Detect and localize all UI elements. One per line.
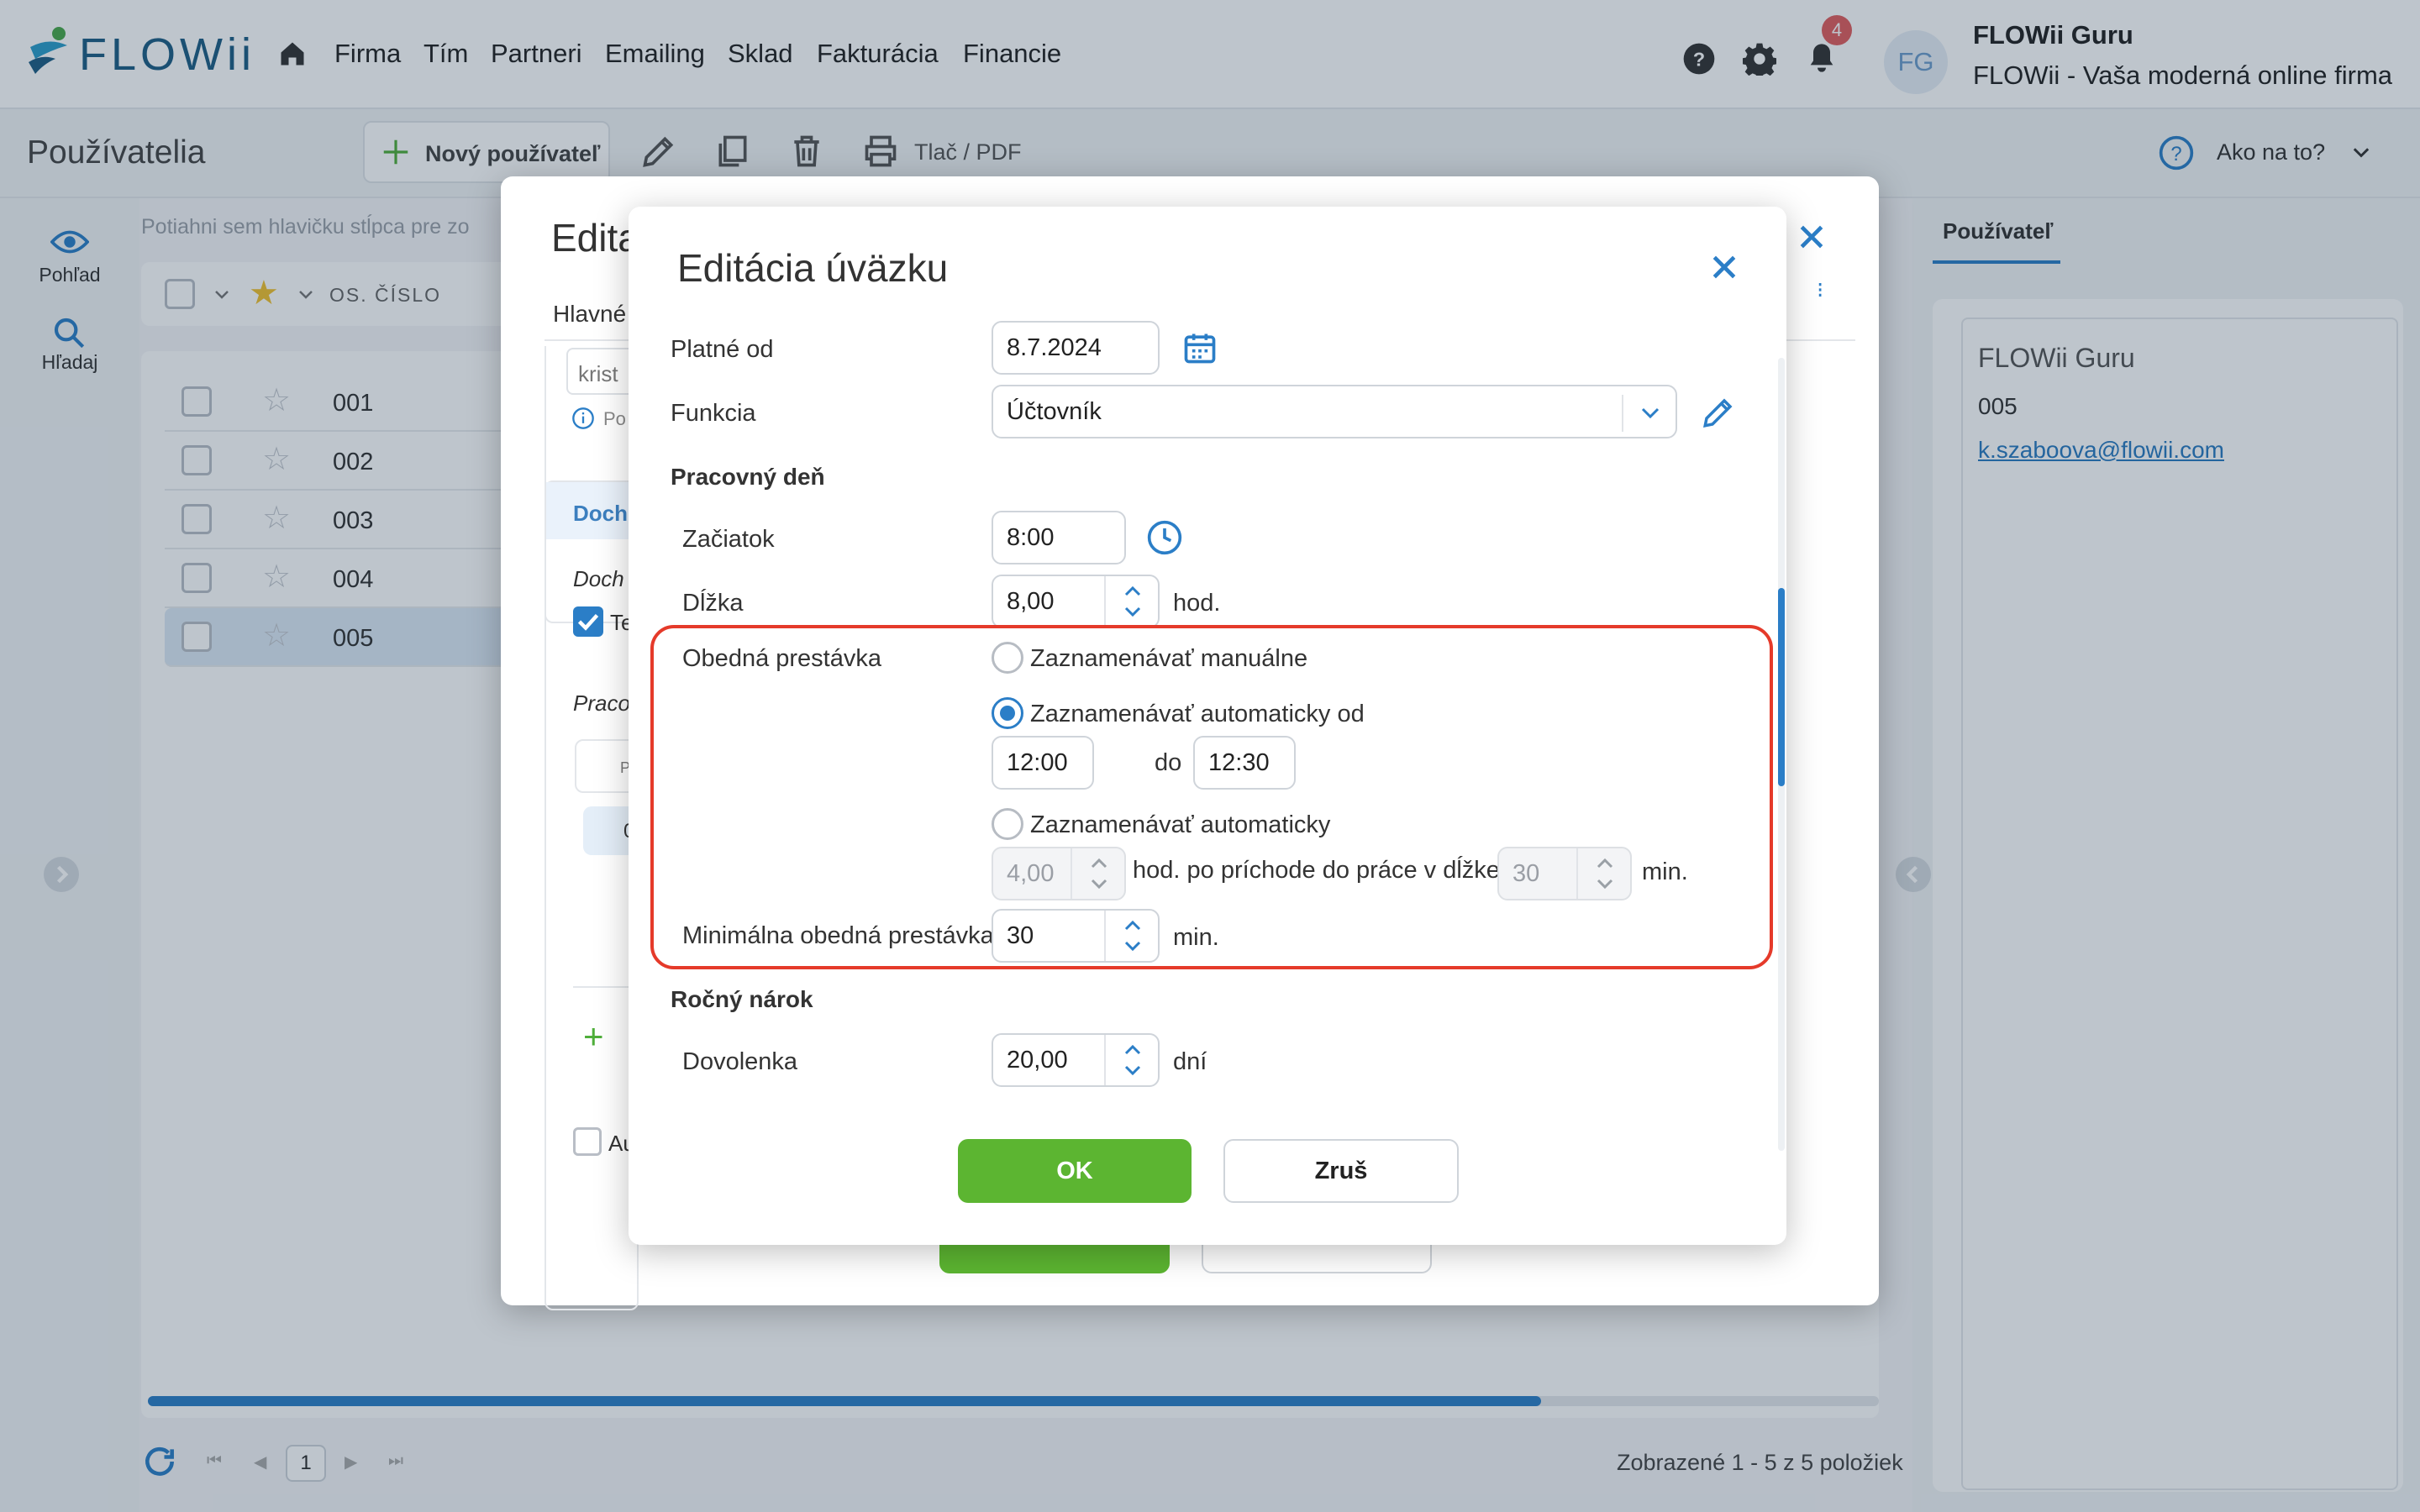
radio-auto-from[interactable] [992,697,1023,729]
outer-work-label: Praco [573,690,630,716]
function-select[interactable]: Účtovník [992,385,1677,438]
workday-section-title: Pracovný deň [671,464,825,490]
outer-dialog-title: Edita [551,216,639,260]
function-label: Funkcia [671,400,756,427]
outer-bottom-checkbox[interactable] [573,1127,602,1156]
length-label: Dĺžka [682,590,744,617]
auto-minutes-value: 30 [1512,859,1540,887]
outer-ok-button[interactable] [939,1243,1170,1273]
valid-from-label: Platné od [671,336,774,363]
outer-checkbox-checked[interactable] [573,606,603,637]
auto-hours-value: 4,00 [1007,859,1055,887]
start-input[interactable]: 8:00 [992,511,1126,564]
radio-auto[interactable] [992,808,1023,840]
stepper-arrows-icon[interactable] [1104,911,1158,961]
vacation-stepper[interactable]: 20,00 [992,1033,1160,1087]
stepper-arrows-icon [1071,848,1124,899]
radio-auto-label[interactable]: Zaznamenávať automaticky [1030,811,1330,839]
dialog-title: Editácia úväzku [677,246,949,290]
min-lunch-stepper[interactable]: 30 [992,909,1160,963]
dialog-scrollbar[interactable] [1778,358,1785,1151]
outer-col-icon: ⁝ [1817,277,1824,302]
edit-workload-dialog: Editácia úväzku Platné od 8.7.2024 Funkc… [629,207,1786,1245]
length-value: 8,00 [1007,587,1055,615]
outer-cancel-button[interactable] [1202,1243,1432,1273]
annual-section-title: Ročný nárok [671,986,813,1012]
vacation-unit: dní [1173,1048,1207,1075]
info-icon [571,407,595,430]
auto-minutes-unit: min. [1642,858,1688,885]
calendar-icon[interactable] [1181,329,1218,366]
stepper-arrows-icon [1576,848,1630,899]
dialog-scrollbar-thumb[interactable] [1778,588,1785,786]
length-stepper[interactable]: 8,00 [992,575,1160,628]
clock-icon[interactable] [1146,519,1183,556]
stepper-arrows-icon[interactable] [1104,1035,1158,1085]
edit-function-icon[interactable] [1701,395,1736,430]
start-label: Začiatok [682,526,775,553]
auto-minutes-stepper: 30 [1497,847,1632,900]
radio-manual[interactable] [992,642,1023,674]
tab-main[interactable]: Hlavné [553,301,626,328]
auto-text: hod. po príchode do práce v dĺžke [1133,857,1500,884]
add-icon[interactable]: + [583,1016,604,1057]
length-unit: hod. [1173,590,1221,617]
outer-attendance-card: Doch Doch Te Praco P 0 + Au [544,480,642,1310]
lunch-break-highlight [650,625,1773,969]
function-value: Účtovník [1007,397,1102,425]
vacation-value: 20,00 [1007,1046,1068,1074]
radio-auto-from-label[interactable]: Zaznamenávať automaticky od [1030,701,1365,728]
valid-from-input[interactable]: 8.7.2024 [992,321,1160,375]
min-lunch-unit: min. [1173,924,1219,951]
break-to-input[interactable]: 12:30 [1193,736,1296,790]
break-from-input[interactable]: 12:00 [992,736,1094,790]
auto-hours-stepper: 4,00 [992,847,1126,900]
to-label: do [1155,749,1182,776]
cancel-button[interactable]: Zruš [1223,1139,1459,1203]
lunch-break-label: Obedná prestávka [682,645,881,672]
outer-subsection: Doch [573,566,624,591]
close-icon[interactable] [1707,250,1741,284]
close-icon[interactable] [1795,220,1828,254]
min-lunch-label: Minimálna obedná prestávka [682,922,994,949]
radio-manual-label[interactable]: Zaznamenávať manuálne [1030,645,1307,673]
ok-button[interactable]: OK [958,1139,1192,1203]
chevron-down-icon[interactable] [1622,395,1676,432]
stepper-arrows-icon[interactable] [1104,576,1158,627]
outer-section-title[interactable]: Doch [573,501,632,527]
vacation-label: Dovolenka [682,1048,798,1075]
min-lunch-value: 30 [1007,921,1034,949]
